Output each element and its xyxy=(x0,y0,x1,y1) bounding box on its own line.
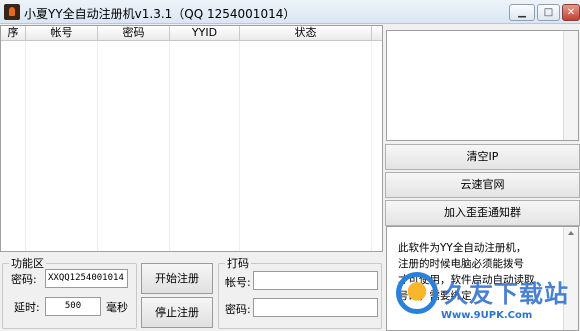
maximize-icon: □ xyxy=(543,7,554,18)
notice-line: 号码，需要绑定 xyxy=(398,290,472,302)
column-header-password[interactable]: 密码 xyxy=(98,26,170,41)
notice-scrollbar[interactable] xyxy=(563,227,578,330)
notice-line: 此软件为YY全自动注册机， xyxy=(398,242,527,254)
column-divider xyxy=(25,41,26,251)
captcha-account-input[interactable] xyxy=(253,271,378,290)
column-header-index[interactable]: 序 xyxy=(1,26,26,41)
notice-textbox[interactable]: 此软件为YY全自动注册机， 注册的时候电脑必须能拨号 才可使用，软件启动自动读取… xyxy=(386,226,579,331)
captcha-account-label: 帐号: xyxy=(225,276,251,289)
ip-list-scrollbar[interactable] xyxy=(563,31,578,140)
official-site-button[interactable]: 云速官网 xyxy=(385,172,580,198)
close-button[interactable]: ✕ xyxy=(562,4,580,21)
column-divider xyxy=(239,41,240,251)
column-header-yyid[interactable]: YYID xyxy=(170,26,240,41)
app-logo-icon xyxy=(4,4,20,20)
minimize-button[interactable]: ▁ xyxy=(509,4,535,21)
column-divider xyxy=(169,41,170,251)
column-divider xyxy=(97,41,98,251)
function-group-legend: 功能区 xyxy=(11,257,44,270)
captcha-password-input[interactable] xyxy=(253,298,378,317)
window-title: 小夏YY全自动注册机v1.3.1（QQ 1254001014） xyxy=(24,7,296,21)
column-header-account[interactable]: 帐号 xyxy=(26,26,98,41)
maximize-button[interactable]: □ xyxy=(537,4,560,21)
accounts-table[interactable]: 序 帐号 密码 YYID 状态 xyxy=(0,25,383,252)
notice-line: 注册的时候电脑必须能拨号 xyxy=(398,258,524,270)
join-group-button[interactable]: 加入歪歪通知群 xyxy=(385,200,580,226)
table-header: 序 帐号 密码 YYID 状态 xyxy=(1,26,382,41)
ip-list-box[interactable] xyxy=(386,30,579,141)
start-register-button[interactable]: 开始注册 xyxy=(141,263,213,294)
captcha-password-label: 密码: xyxy=(225,303,251,316)
clear-ip-button[interactable]: 清空IP xyxy=(385,144,580,170)
delay-unit: 毫秒 xyxy=(106,301,128,314)
password-input[interactable]: XXQQ1254001014 xyxy=(45,269,128,288)
delay-input[interactable]: 500 xyxy=(45,297,101,316)
delay-label: 延时: xyxy=(14,301,40,314)
title-bar: 小夏YY全自动注册机v1.3.1（QQ 1254001014） ▁ □ ✕ xyxy=(0,0,580,24)
captcha-group: 打码 xyxy=(218,255,382,329)
password-label: 密码: xyxy=(11,273,37,286)
minimize-icon: ▁ xyxy=(518,7,526,18)
function-group: 功能区 xyxy=(2,255,137,329)
scroll-up-icon[interactable] xyxy=(568,231,574,235)
close-icon: ✕ xyxy=(566,7,576,18)
app-window: 小夏YY全自动注册机v1.3.1（QQ 1254001014） ▁ □ ✕ 序 … xyxy=(0,0,580,331)
notice-text: 此软件为YY全自动注册机， 注册的时候电脑必须能拨号 才可使用，软件启动自动读取… xyxy=(398,240,548,304)
notice-line: 才可使用，软件启动自动读取 xyxy=(398,274,535,286)
column-header-status[interactable]: 状态 xyxy=(240,26,372,41)
stop-register-button[interactable]: 停止注册 xyxy=(141,297,213,328)
column-divider xyxy=(371,41,372,251)
captcha-group-legend: 打码 xyxy=(227,257,249,270)
